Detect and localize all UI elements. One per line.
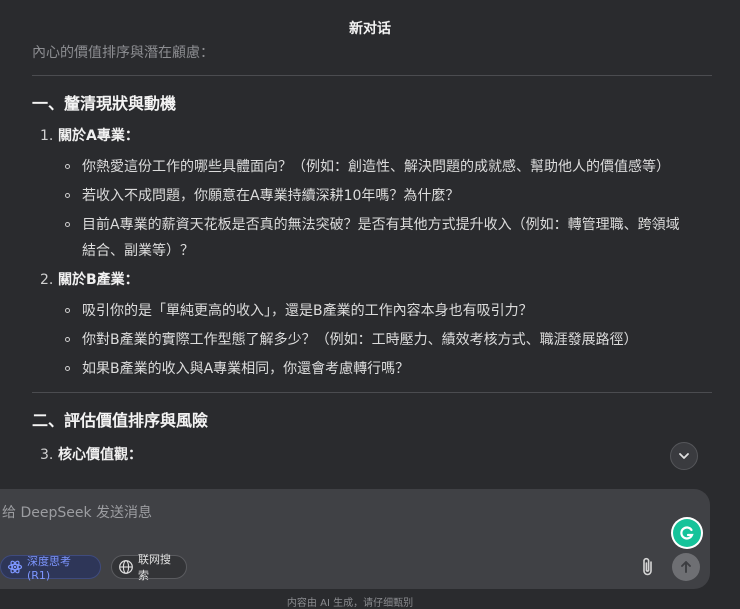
section-heading: 一、釐清現狀與動機 (32, 94, 177, 113)
list-item: 若收入不成問題，你願意在A專業持續深耕10年嗎？為什麼？ (32, 183, 712, 212)
list-item: 你熱愛這份工作的哪些具體面向？（例如：創造性、解決問題的成就感、幫助他人的價值感… (32, 154, 712, 183)
item-label: 核心價值觀： (58, 447, 142, 463)
page-title: 新对话 (349, 21, 391, 37)
item-number: 2. (40, 272, 54, 288)
numbered-item: 3. 核心價值觀： (32, 445, 712, 467)
item-number: 3. (40, 447, 54, 463)
list-item-text: 若收入不成問題，你願意在A專業持續深耕10年嗎？為什麼？ (82, 188, 460, 204)
faded-intro-text: 內心的價值排序與潛在顧慮： (32, 45, 214, 61)
arrow-up-icon (681, 561, 691, 573)
web-search-label: 联网搜索 (138, 553, 171, 582)
scroll-to-bottom-button[interactable] (670, 442, 698, 470)
section-heading: 二、評估價值排序與風險 (32, 411, 209, 430)
numbered-item: 2. 關於B產業： (32, 270, 712, 292)
message-input[interactable]: 给 DeepSeek 发送消息 (2, 502, 152, 522)
item-number: 1. (40, 128, 54, 144)
chat-window: 新对话 內心的價值排序與潛在顧慮： 一、釐清現狀與動機 1. 關於A專業： 你熱… (0, 0, 740, 609)
list-item-text: 吸引你的是「單純更高的收入」，還是B產業的工作內容本身也有吸引力？ (82, 303, 533, 319)
bullet-icon (65, 366, 70, 371)
list-item-text: 結合、副業等）？ (82, 243, 194, 259)
bullet-icon (65, 308, 70, 313)
send-button[interactable] (672, 553, 700, 581)
bullet-icon (65, 164, 70, 169)
list-item: 你對B產業的實際工作型態了解多少？（例如：工時壓力、績效考核方式、職涯發展路徑） (32, 327, 712, 356)
paperclip-icon (643, 557, 652, 576)
bullet-icon (65, 337, 70, 342)
list-item: 目前A專業的薪資天花板是否真的無法突破？是否有其他方式提升收入（例如：轉管理職、… (32, 212, 712, 238)
atom-icon (7, 560, 23, 574)
item-label: 關於A專業： (58, 128, 139, 144)
deep-think-toggle[interactable]: 深度思考 (R1) (0, 554, 101, 582)
message-content: 內心的價值排序與潛在顧慮： 一、釐清現狀與動機 1. 關於A專業： 你熱愛這份工… (32, 38, 712, 490)
list-item-text: 目前A專業的薪資天花板是否真的無法突破？是否有其他方式提升收入（例如：轉管理職、… (82, 217, 680, 233)
globe-icon (119, 560, 133, 574)
web-search-toggle[interactable]: 联网搜索 (111, 553, 187, 582)
chevron-down-icon (679, 453, 689, 459)
list-item-text: 如果B產業的收入與A專業相同，你還會考慮轉行嗎？ (82, 361, 410, 377)
ai-disclaimer: 内容由 AI 生成，请仔细甄别 (286, 598, 414, 609)
list-item-text: 你熱愛這份工作的哪些具體面向？（例如：創造性、解決問題的成就感、幫助他人的價值感… (82, 159, 670, 175)
bullet-icon (65, 222, 70, 227)
bullet-icon (65, 193, 70, 198)
list-item: 如果B產業的收入與A專業相同，你還會考慮轉行嗎？ (32, 356, 712, 382)
item-label: 關於B產業： (58, 272, 139, 288)
message-composer: 给 DeepSeek 发送消息 深度思考 (R1) 联网搜索 (0, 489, 710, 589)
list-item: 吸引你的是「單純更高的收入」，還是B產業的工作內容本身也有吸引力？ (32, 298, 712, 327)
attach-file-button[interactable] (638, 556, 658, 578)
list-item-text: 你對B產業的實際工作型態了解多少？（例如：工時壓力、績效考核方式、職涯發展路徑） (82, 332, 638, 348)
list-item-continuation: 結合、副業等）？ (32, 238, 712, 264)
numbered-item: 1. 關於A專業： (32, 126, 712, 148)
deep-think-label: 深度思考 (R1) (27, 554, 71, 582)
grammarly-button[interactable] (673, 519, 701, 547)
grammarly-icon (680, 526, 694, 540)
